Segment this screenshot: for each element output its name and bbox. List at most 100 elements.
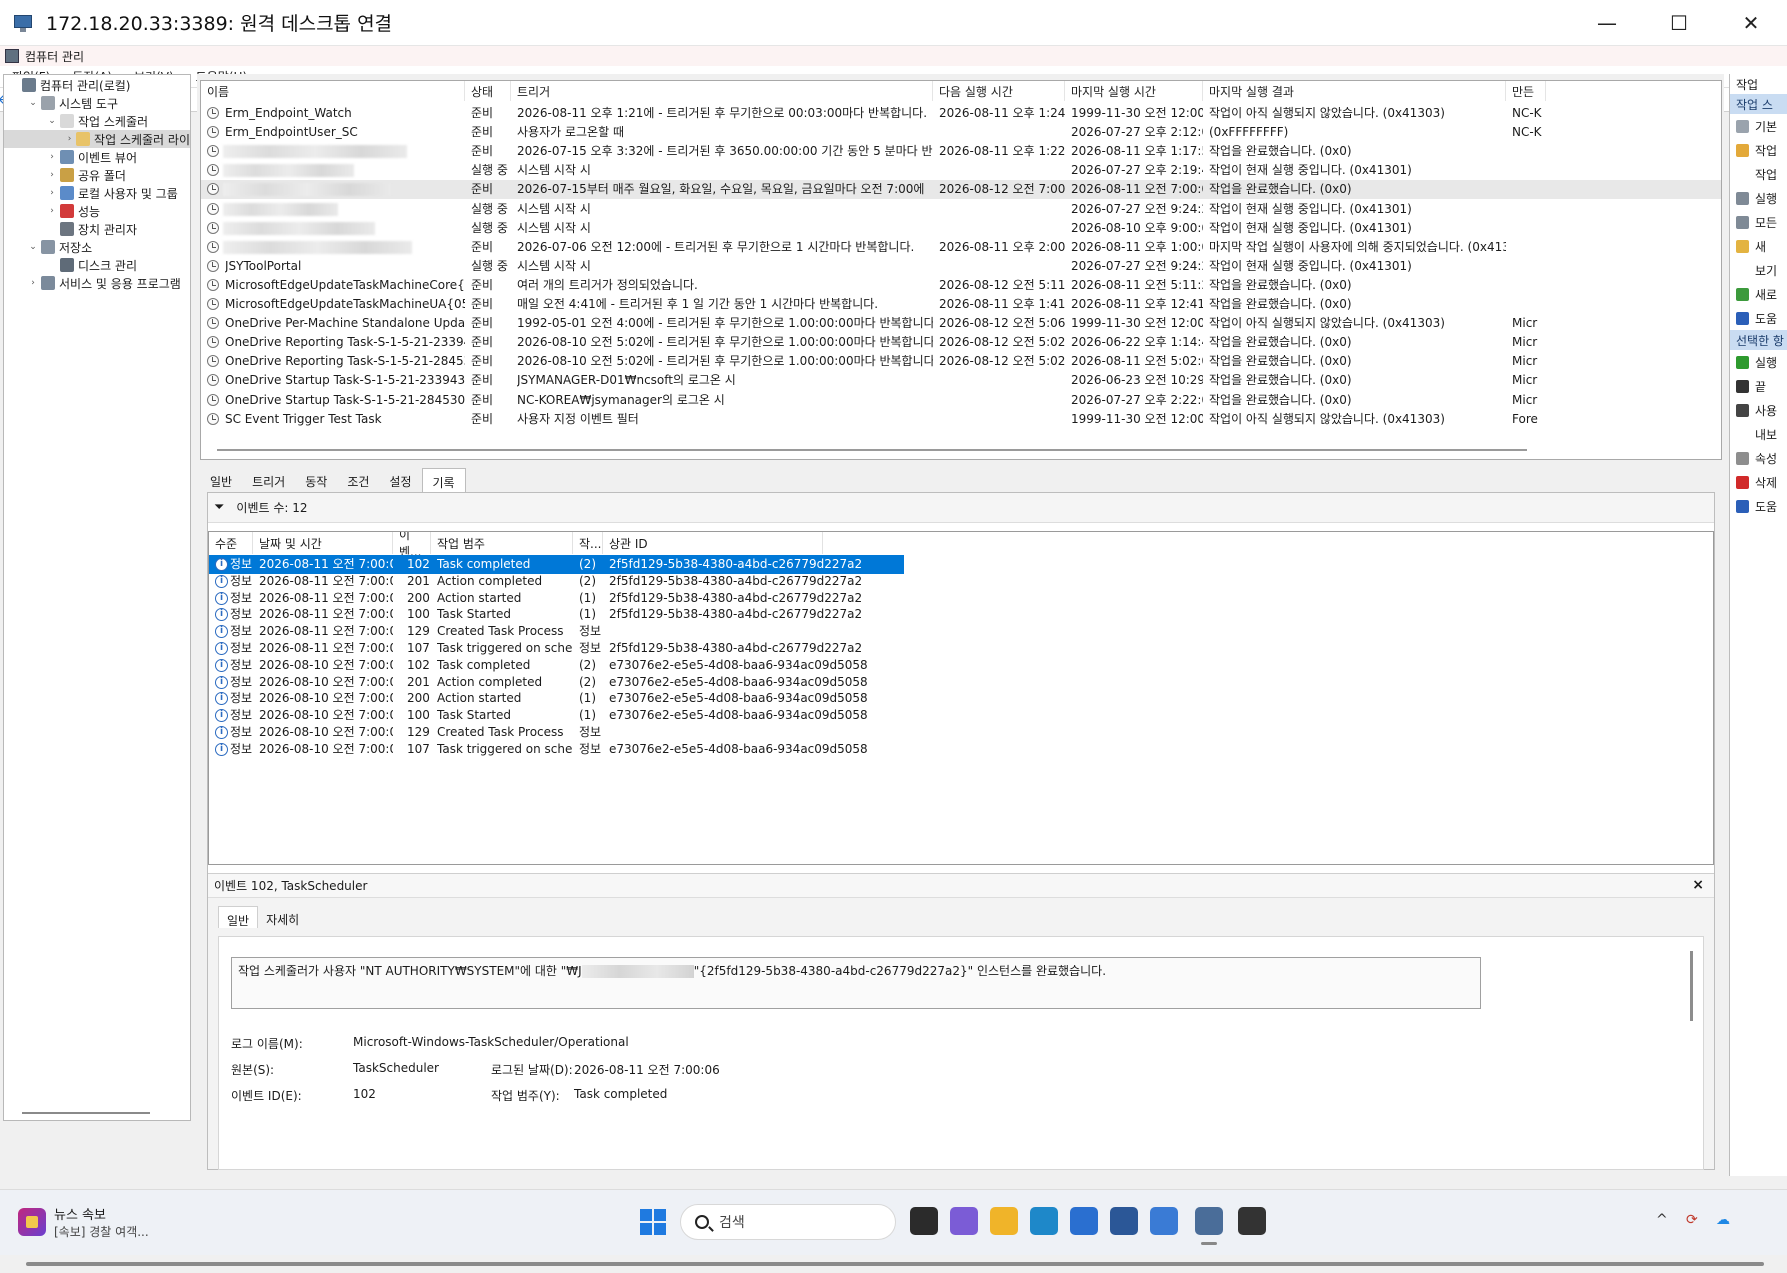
- scrollbar-thumb[interactable]: [26, 1262, 1764, 1266]
- visual-studio-icon[interactable]: [1150, 1207, 1178, 1235]
- action-item[interactable]: 속성: [1730, 446, 1787, 470]
- news-widget[interactable]: 뉴스 속보 [속보] 경찰 여객...: [18, 1204, 149, 1240]
- rdp-horizontal-scrollbar[interactable]: [0, 1255, 1787, 1273]
- column-header[interactable]: 마지막 실행 결과: [1203, 81, 1506, 101]
- action-item[interactable]: 모든: [1730, 210, 1787, 234]
- task-row[interactable]: 준비 2026-07-06 오전 12:00에 - 트리거된 후 무기한으로 1 …: [201, 238, 1721, 257]
- task-row[interactable]: JSYToolPortal 실행 중 시스템 시작 시 2026-07-27 오전 9…: [201, 257, 1721, 276]
- search-box[interactable]: 검색: [680, 1204, 896, 1240]
- action-item[interactable]: 보기: [1730, 258, 1787, 282]
- action-item[interactable]: 실행: [1730, 186, 1787, 210]
- store-icon[interactable]: [1070, 1207, 1098, 1235]
- task-row[interactable]: 실행 중 시스템 시작 시 2026-08-10 오후 9:00:04 작업이 현재 …: [201, 219, 1721, 238]
- column-header[interactable]: 상관 ID: [603, 532, 823, 554]
- tree-item[interactable]: › 서비스 및 응용 프로그램: [4, 274, 190, 292]
- tree-horizontal-scrollbar[interactable]: [22, 1112, 150, 1114]
- actions-section-scheduler[interactable]: 작업 스: [1730, 94, 1787, 114]
- column-header[interactable]: 마지막 실행 시간: [1065, 81, 1203, 101]
- column-header[interactable]: 상태: [465, 81, 511, 101]
- action-item[interactable]: 새: [1730, 234, 1787, 258]
- task-row[interactable]: 준비 2026-07-15 오후 3:32에 - 트리거된 후 3650.00:0…: [201, 142, 1721, 161]
- expanded-chevron-icon[interactable]: ⌄: [46, 116, 58, 126]
- tree-item[interactable]: › 성능: [4, 202, 190, 220]
- column-header[interactable]: 이벤...: [393, 532, 431, 559]
- tab-general[interactable]: 일반: [200, 468, 242, 492]
- maximize-button[interactable]: ☐: [1643, 0, 1715, 46]
- minimize-button[interactable]: —: [1571, 0, 1643, 46]
- action-item[interactable]: 실행: [1730, 350, 1787, 374]
- tab-conditions[interactable]: 조건: [337, 468, 379, 492]
- task-row[interactable]: 준비 2026-07-15부터 매주 월요일, 화요일, 수요일, 목요일, 금요…: [201, 180, 1721, 200]
- column-header[interactable]: 작업 범주: [431, 532, 573, 554]
- tree-item[interactable]: › 로컬 사용자 및 그룹: [4, 184, 190, 202]
- edge-icon[interactable]: [1030, 1207, 1058, 1235]
- task-row[interactable]: OneDrive Reporting Task-S-1-5-21-2339432…: [201, 333, 1721, 352]
- remote-desktop-icon[interactable]: [1195, 1207, 1223, 1245]
- collapsed-chevron-icon[interactable]: ›: [46, 206, 58, 216]
- column-header[interactable]: 트리거: [511, 81, 933, 101]
- column-header[interactable]: 수준: [209, 532, 253, 554]
- collapsed-chevron-icon[interactable]: ›: [65, 134, 74, 144]
- action-item[interactable]: 삭제: [1730, 470, 1787, 494]
- task-list-horizontal-scrollbar[interactable]: [217, 449, 1527, 451]
- action-item[interactable]: 내보: [1730, 422, 1787, 446]
- expanded-chevron-icon[interactable]: ⌄: [27, 98, 39, 108]
- action-item[interactable]: 작업: [1730, 162, 1787, 186]
- tab-actions[interactable]: 동작: [295, 468, 337, 492]
- column-header[interactable]: 다음 실행 시간: [933, 81, 1065, 101]
- tab-history[interactable]: 기록: [421, 468, 466, 492]
- action-item[interactable]: 새로: [1730, 282, 1787, 306]
- column-header[interactable]: 이름: [201, 81, 465, 101]
- action-item[interactable]: 사용: [1730, 398, 1787, 422]
- column-header[interactable]: 만든: [1506, 81, 1546, 101]
- event-row[interactable]: i 정보 2026-08-10 오전 7:00:00 107 Task triggere…: [209, 740, 904, 759]
- tree-item[interactable]: › 이벤트 뷰어: [4, 148, 190, 166]
- column-header[interactable]: 작...: [573, 532, 603, 554]
- action-item[interactable]: 작업: [1730, 138, 1787, 162]
- file-explorer-icon[interactable]: [990, 1207, 1018, 1235]
- detail-vertical-scrollbar[interactable]: [1690, 951, 1693, 1021]
- tree-item[interactable]: ⌄ 작업 스케줄러: [4, 112, 190, 130]
- tab-detail-general[interactable]: 일반: [218, 906, 259, 928]
- m365-icon[interactable]: [950, 1207, 978, 1235]
- filter-icon[interactable]: ⏷: [214, 500, 224, 515]
- expanded-chevron-icon[interactable]: ⌄: [27, 242, 39, 252]
- task-row[interactable]: 실행 중 시스템 시작 시 2026-07-27 오후 2:19:46 작업이 현재 …: [201, 161, 1721, 180]
- task-row[interactable]: OneDrive Per-Machine Standalone Update T…: [201, 314, 1721, 333]
- task-row[interactable]: OneDrive Startup Task-S-1-5-21-233943258…: [201, 371, 1721, 390]
- column-header[interactable]: 날짜 및 시간: [253, 532, 393, 554]
- tree-item[interactable]: 컴퓨터 관리(로컬): [4, 76, 190, 94]
- update-icon[interactable]: ⟳: [1686, 1212, 1698, 1228]
- task-row[interactable]: MicrosoftEdgeUpdateTaskMachineCore{07068…: [201, 276, 1721, 295]
- task-row[interactable]: OneDrive Startup Task-S-1-5-21-284530089…: [201, 391, 1721, 410]
- close-button[interactable]: ✕: [1715, 0, 1787, 46]
- task-row[interactable]: MicrosoftEdgeUpdateTaskMachineUA{050BDC9…: [201, 295, 1721, 314]
- tree-item[interactable]: 장치 관리자: [4, 220, 190, 238]
- action-item[interactable]: 도움: [1730, 494, 1787, 518]
- task-row[interactable]: OneDrive Reporting Task-S-1-5-21-2845300…: [201, 352, 1721, 371]
- collapsed-chevron-icon[interactable]: ›: [46, 188, 58, 198]
- collapsed-chevron-icon[interactable]: ›: [27, 278, 39, 288]
- tree-item[interactable]: › 작업 스케줄러 라이: [4, 130, 190, 148]
- tab-detail-details[interactable]: 자세히: [258, 906, 307, 928]
- tree-item[interactable]: ⌄ 시스템 도구: [4, 94, 190, 112]
- action-item[interactable]: 끝: [1730, 374, 1787, 398]
- powershell-icon[interactable]: [1110, 1207, 1138, 1235]
- task-row[interactable]: Erm_EndpointUser_SC 준비 사용자가 로그온할 때 2026-07-…: [201, 123, 1721, 142]
- start-icon[interactable]: [640, 1209, 666, 1235]
- tree-item[interactable]: 디스크 관리: [4, 256, 190, 274]
- actions-section-selected[interactable]: 선택한 항: [1730, 330, 1787, 350]
- terminal-icon[interactable]: [1238, 1207, 1266, 1235]
- close-icon[interactable]: ×: [1692, 877, 1704, 893]
- task-view-icon[interactable]: [910, 1207, 938, 1235]
- action-item[interactable]: 도움: [1730, 306, 1787, 330]
- onedrive-cloud-icon[interactable]: ☁: [1716, 1212, 1730, 1228]
- collapsed-chevron-icon[interactable]: ›: [46, 152, 58, 162]
- tray-chevron-icon[interactable]: ^: [1656, 1212, 1668, 1228]
- tab-settings[interactable]: 설정: [379, 468, 421, 492]
- tab-triggers[interactable]: 트리거: [242, 468, 295, 492]
- tree-item[interactable]: ⌄ 저장소: [4, 238, 190, 256]
- tree-item[interactable]: › 공유 폴더: [4, 166, 190, 184]
- task-row[interactable]: SC Event Trigger Test Task 준비 사용자 지정 이벤트 필…: [201, 410, 1721, 429]
- task-row[interactable]: Erm_Endpoint_Watch 준비 2026-08-11 오후 1:21에 …: [201, 104, 1721, 123]
